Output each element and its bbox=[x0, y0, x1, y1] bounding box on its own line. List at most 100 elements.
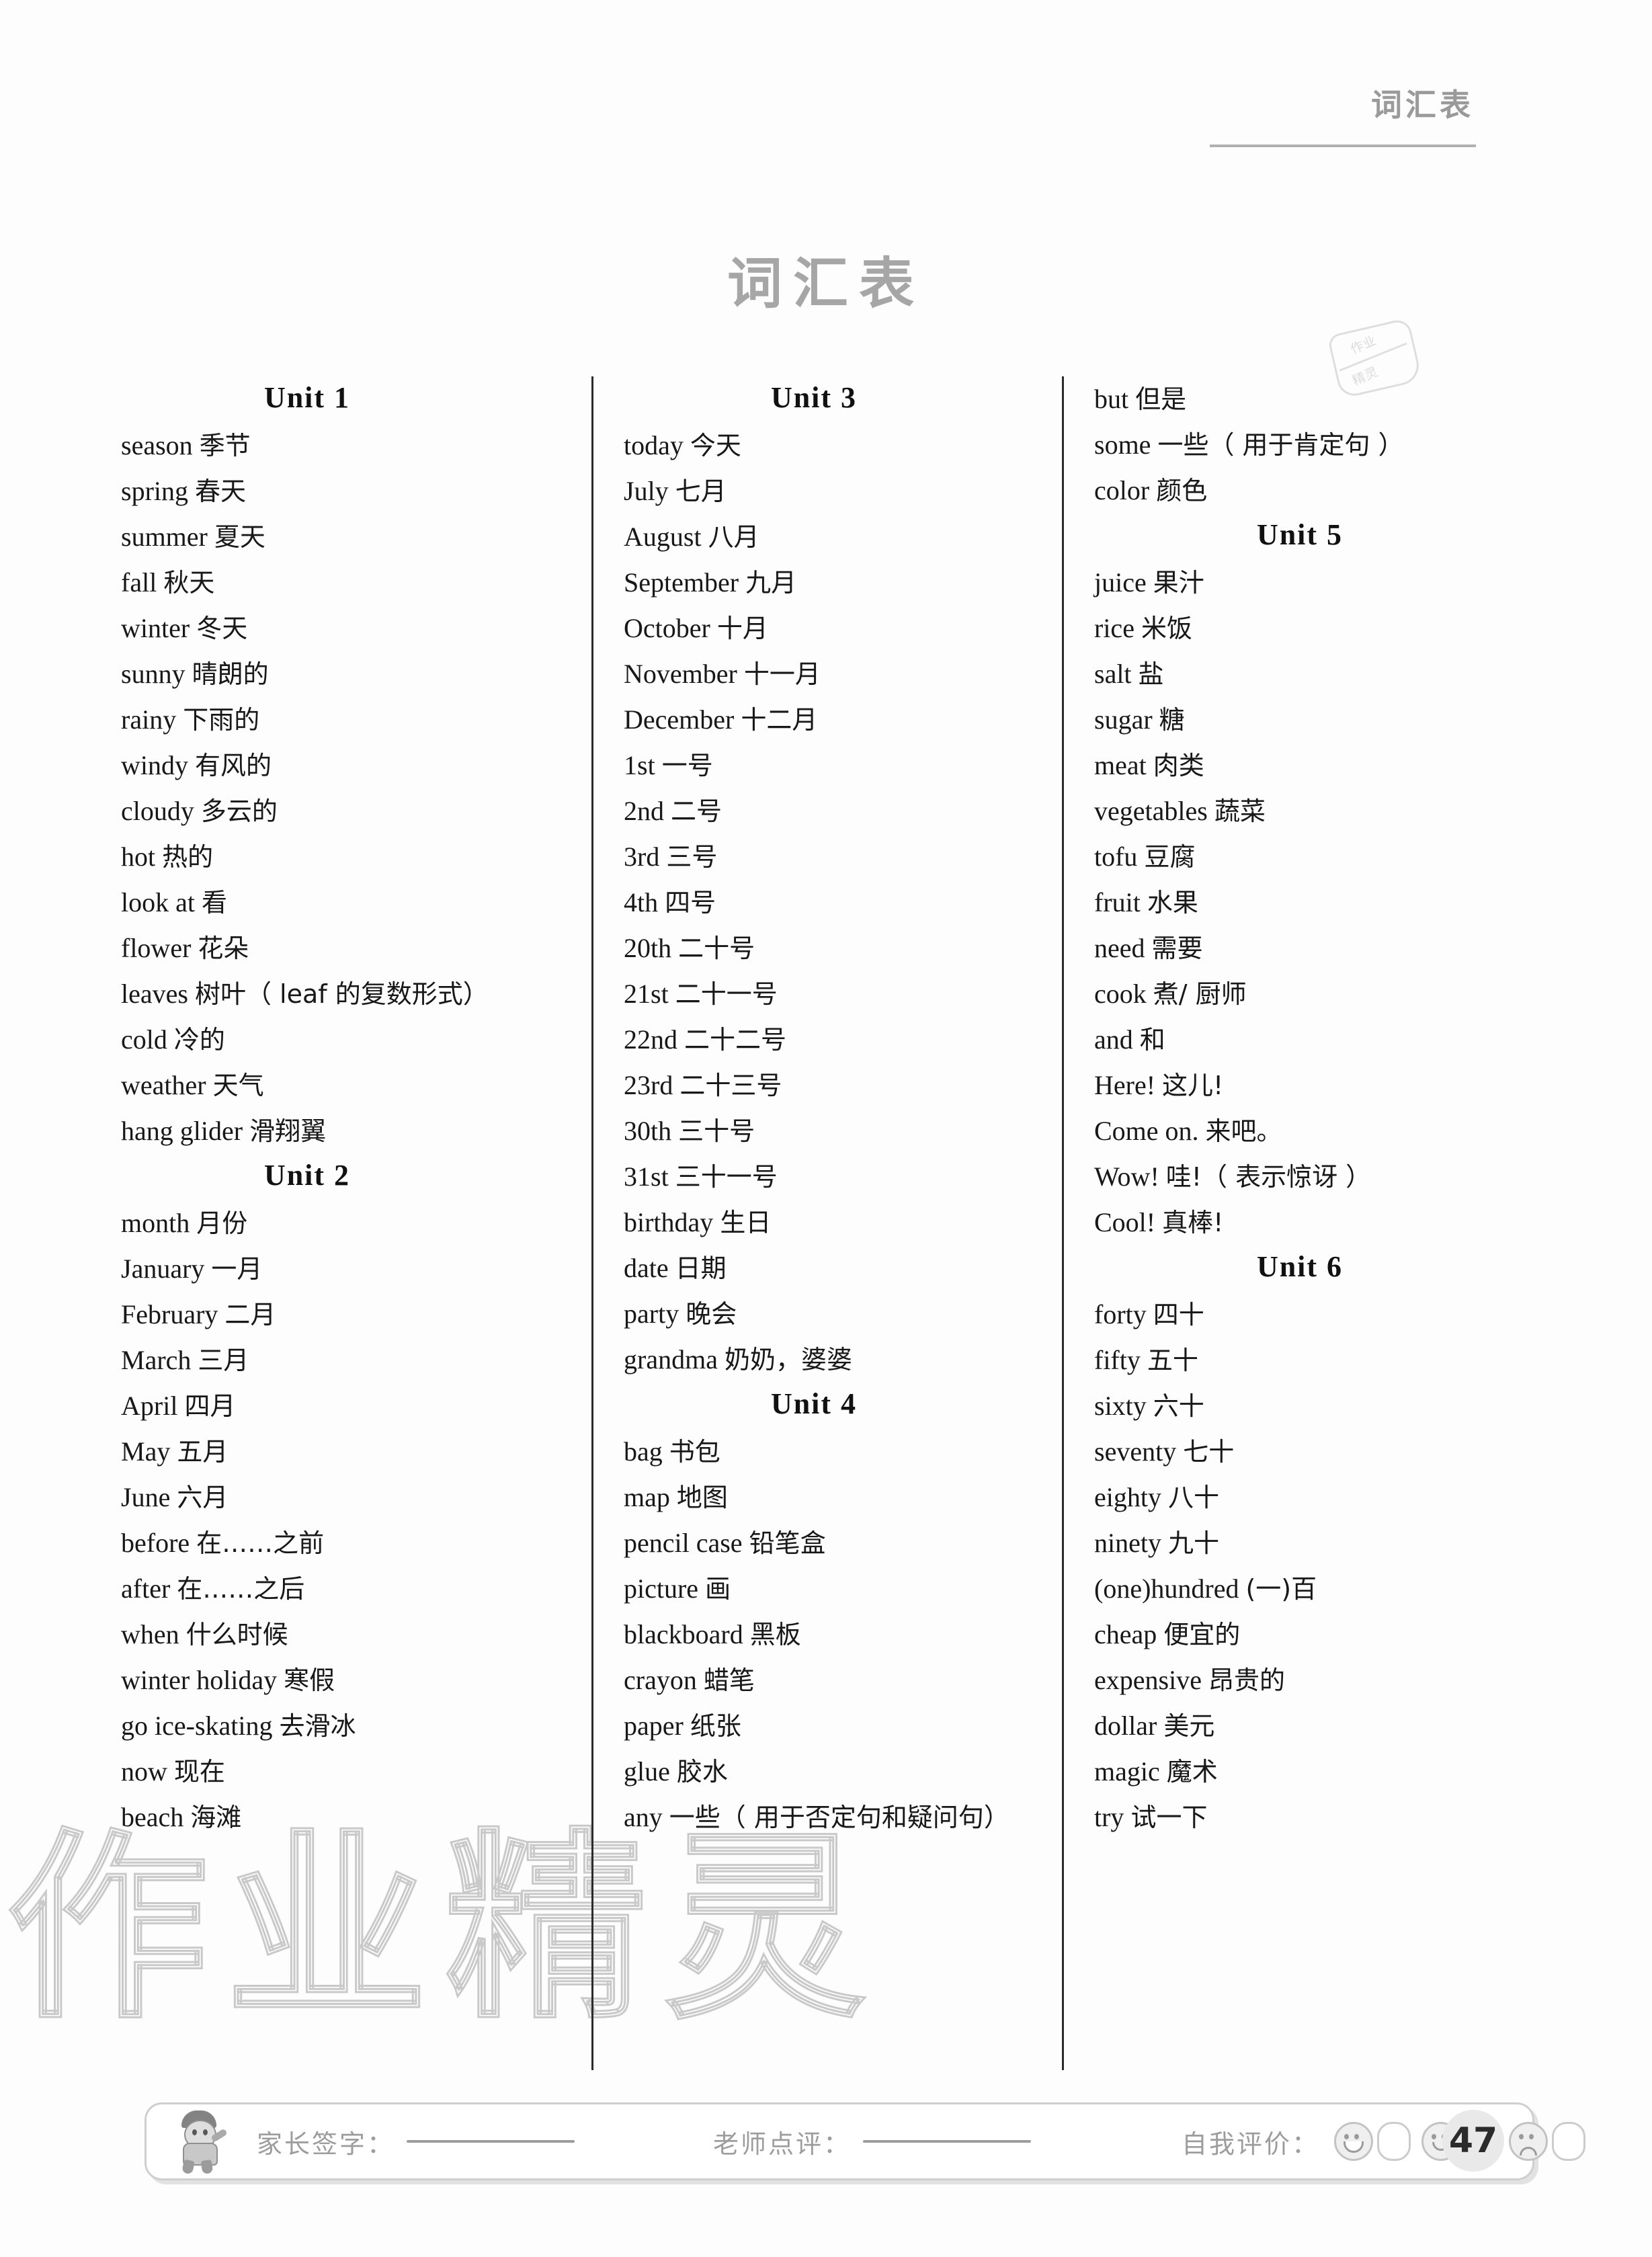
entry-term: fruit bbox=[1094, 887, 1141, 917]
entry-translation: 六月 bbox=[177, 1483, 229, 1512]
sad-face-icon bbox=[1509, 2122, 1548, 2161]
vocabulary-entry: need 需要 bbox=[1094, 926, 1532, 971]
entry-term: (one)hundred bbox=[1094, 1573, 1239, 1604]
entry-term: cheap bbox=[1094, 1619, 1157, 1649]
entry-translation: 肉类 bbox=[1153, 751, 1204, 780]
entry-translation: 二十号 bbox=[678, 934, 755, 963]
vocabulary-entry: July 七月 bbox=[624, 468, 1044, 514]
vocabulary-entry: salt 盐 bbox=[1094, 651, 1532, 697]
vocabulary-entry: after 在……之后 bbox=[121, 1566, 574, 1612]
entry-term: any bbox=[624, 1802, 663, 1832]
vocabulary-entry: beach 海滩 bbox=[121, 1795, 574, 1840]
vocabulary-column-1: Unit 1 season 季节 spring 春天 summer 夏天 fall 秋天… bbox=[121, 376, 591, 2070]
entry-translation: 纸张 bbox=[690, 1711, 741, 1741]
entry-term: spring bbox=[121, 476, 188, 506]
entry-term: but bbox=[1094, 384, 1129, 414]
vocabulary-entry: 1st 一号 bbox=[624, 743, 1044, 788]
entry-term: crayon bbox=[624, 1665, 697, 1695]
entry-translation: 水果 bbox=[1147, 888, 1198, 917]
unit-heading: Unit 2 bbox=[263, 1159, 351, 1192]
unit-heading: Unit 1 bbox=[263, 381, 351, 414]
entry-term: now bbox=[121, 1756, 167, 1787]
entry-term: bag bbox=[624, 1436, 663, 1467]
entry-translation: (一)百 bbox=[1245, 1574, 1317, 1604]
entry-term: and bbox=[1094, 1024, 1133, 1055]
entry-term: forty bbox=[1094, 1299, 1147, 1329]
entry-term: 21st bbox=[624, 979, 669, 1009]
entry-translation: 这儿! bbox=[1162, 1071, 1224, 1100]
entry-term: winter holiday bbox=[121, 1665, 278, 1695]
entry-term: 22nd bbox=[624, 1024, 677, 1055]
entry-term: August bbox=[624, 522, 702, 552]
vocabulary-entry: but 但是 bbox=[1094, 376, 1532, 422]
entry-translation: 一些（ 用于否定句和疑问句） bbox=[669, 1803, 1009, 1832]
vocabulary-entry: 4th 四号 bbox=[624, 880, 1044, 926]
entry-translation: 地图 bbox=[676, 1483, 728, 1512]
entry-translation: 下雨的 bbox=[183, 705, 260, 735]
entry-term: 23rd bbox=[624, 1070, 673, 1100]
entry-term: windy bbox=[121, 750, 188, 780]
entry-translation: 夏天 bbox=[214, 522, 265, 552]
vocabulary-entry: fruit 水果 bbox=[1094, 880, 1532, 926]
vocabulary-entry: date 日期 bbox=[624, 1245, 1044, 1291]
unit-heading: Unit 5 bbox=[1256, 518, 1344, 551]
vocabulary-entry: when 什么时候 bbox=[121, 1612, 574, 1657]
page-number: 47 bbox=[1442, 2110, 1504, 2172]
entry-translation: 二十三号 bbox=[679, 1071, 782, 1100]
entry-translation: 月份 bbox=[196, 1208, 248, 1238]
entry-translation: 果汁 bbox=[1153, 568, 1204, 598]
vocabulary-entry: grandma 奶奶，婆婆 bbox=[624, 1337, 1044, 1383]
evaluation-checkbox-sad[interactable] bbox=[1552, 2122, 1586, 2161]
entry-term: 4th bbox=[624, 887, 659, 917]
vocabulary-entry: September 九月 bbox=[624, 560, 1044, 606]
vocabulary-entry: ninety 九十 bbox=[1094, 1520, 1532, 1566]
teacher-comment-group: 老师点评： bbox=[694, 2123, 1032, 2160]
vocabulary-entry: January 一月 bbox=[121, 1246, 574, 1292]
vocabulary-entry: forty 四十 bbox=[1094, 1292, 1532, 1338]
entry-translation: 九十 bbox=[1167, 1528, 1219, 1558]
entry-translation: 三号 bbox=[666, 842, 718, 872]
entry-translation: 晚会 bbox=[686, 1299, 737, 1329]
entry-translation: 十一月 bbox=[743, 659, 821, 689]
vocabulary-entry: blackboard 黑板 bbox=[624, 1612, 1044, 1657]
entry-term: vegetables bbox=[1094, 796, 1208, 826]
entry-term: Wow! bbox=[1094, 1161, 1159, 1192]
vocabulary-entry: meat 肉类 bbox=[1094, 743, 1532, 788]
parent-signature-label: 家长签字： bbox=[257, 2129, 395, 2159]
entry-translation: 铅笔盒 bbox=[749, 1528, 826, 1558]
entry-translation: 四号 bbox=[665, 888, 716, 917]
entry-translation: 魔术 bbox=[1166, 1757, 1218, 1787]
vocabulary-entry: expensive 昂贵的 bbox=[1094, 1657, 1532, 1703]
entry-term: weather bbox=[121, 1070, 206, 1100]
vocabulary-entry: go ice-skating 去滑冰 bbox=[121, 1703, 574, 1749]
evaluation-checkbox-laugh[interactable] bbox=[1377, 2122, 1411, 2161]
entry-translation: 三十一号 bbox=[675, 1162, 778, 1192]
entry-translation: 五月 bbox=[177, 1437, 229, 1467]
vocabulary-entry: magic 魔术 bbox=[1094, 1749, 1532, 1795]
vocabulary-entry: 20th 二十号 bbox=[624, 926, 1044, 971]
vocabulary-entry: winter 冬天 bbox=[121, 606, 574, 651]
entry-term: winter bbox=[121, 613, 190, 643]
vocabulary-entry: color 颜色 bbox=[1094, 468, 1532, 514]
entry-translation: 晴朗的 bbox=[192, 659, 269, 689]
vocabulary-entry: fall 秋天 bbox=[121, 560, 574, 606]
vocabulary-entry: cook 煮/ 厨师 bbox=[1094, 971, 1532, 1017]
entry-term: glue bbox=[624, 1756, 670, 1787]
entry-term: date bbox=[624, 1253, 669, 1283]
entry-term: fall bbox=[121, 567, 157, 598]
entry-term: blackboard bbox=[624, 1619, 743, 1649]
vocabulary-entry: party 晚会 bbox=[624, 1291, 1044, 1337]
vocabulary-entry: today 今天 bbox=[624, 423, 1044, 468]
vocabulary-entry: seventy 七十 bbox=[1094, 1429, 1532, 1475]
entry-translation: 煮/ 厨师 bbox=[1153, 979, 1247, 1009]
entry-term: Come on. bbox=[1094, 1116, 1199, 1146]
vocabulary-entry: Here! 这儿! bbox=[1094, 1063, 1532, 1108]
entry-translation: 五十 bbox=[1147, 1346, 1198, 1375]
entry-translation: 来吧。 bbox=[1205, 1116, 1282, 1146]
entry-translation: 七月 bbox=[675, 477, 727, 506]
teacher-comment-line[interactable] bbox=[863, 2140, 1032, 2143]
entry-term: before bbox=[121, 1528, 190, 1558]
vocabulary-entry: October 十月 bbox=[624, 606, 1044, 651]
parent-signature-line[interactable] bbox=[407, 2140, 575, 2143]
vocabulary-entry: season 季节 bbox=[121, 423, 574, 468]
